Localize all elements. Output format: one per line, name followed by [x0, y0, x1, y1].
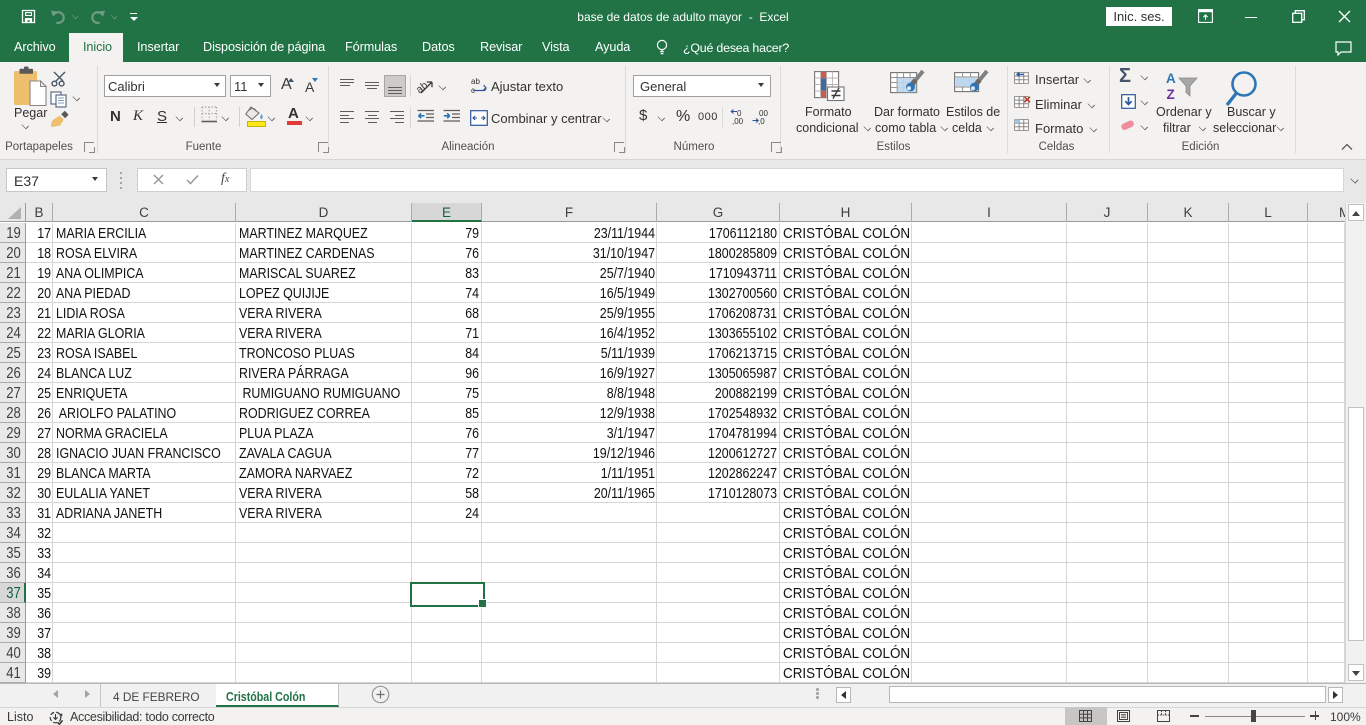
- svg-text:,00: ,00: [732, 117, 744, 126]
- svg-text:,0: ,0: [758, 117, 765, 126]
- svg-text:Z: Z: [1167, 87, 1175, 102]
- svg-text:c: c: [471, 86, 475, 94]
- svg-text:A: A: [1166, 71, 1176, 86]
- svg-text:ab: ab: [471, 77, 480, 86]
